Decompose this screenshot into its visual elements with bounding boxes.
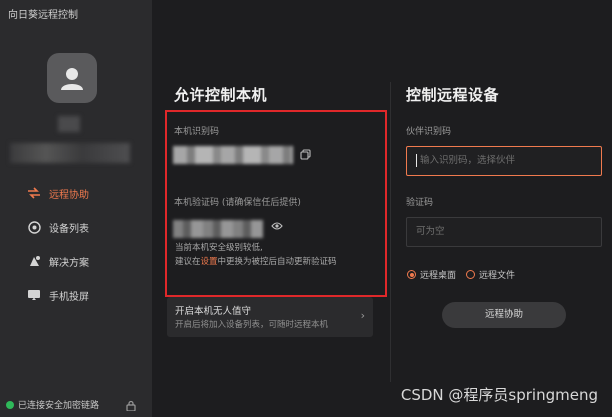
security-hint: 当前本机安全级别较低, 建议在设置中更换为被控后自动更新验证码	[175, 241, 375, 269]
settings-link[interactable]: 设置	[201, 257, 218, 267]
user-icon	[61, 68, 83, 90]
remote-assist-button[interactable]: 远程协助	[442, 302, 566, 328]
security-hint-line2: 建议在设置中更换为被控后自动更新验证码	[175, 257, 337, 267]
lock-icon[interactable]	[126, 400, 136, 411]
security-hint-line1: 当前本机安全级别较低,	[175, 243, 263, 253]
local-code-value-redacted	[173, 220, 263, 238]
radio-indicator	[466, 270, 476, 279]
sidebar-item-solutions[interactable]: 解决方案	[26, 250, 89, 272]
sidebar-item-remote-assist[interactable]: 远程协助	[26, 182, 89, 204]
redacted-username	[58, 116, 80, 132]
online-status-dot	[6, 400, 14, 409]
chevron-right-icon: ›	[360, 309, 365, 322]
redacted-account	[10, 143, 130, 163]
allow-control-title: 允许控制本机	[174, 86, 268, 104]
sidebar-item-label: 远程协助	[49, 189, 89, 201]
sidebar-item-device-list[interactable]: 设备列表	[26, 216, 89, 238]
sidebar-item-label: 设备列表	[49, 223, 89, 235]
solutions-icon	[26, 253, 42, 269]
sidebar: 向日葵远程控制 远程协助 设备列表 解决方案 手机投屏 已连接安全加密链路	[0, 0, 152, 417]
radio-remote-desktop[interactable]: 远程桌面	[407, 268, 456, 281]
text-caret	[416, 154, 417, 167]
section-divider	[390, 82, 391, 382]
verify-code-label: 验证码	[406, 198, 434, 208]
connection-mode-group: 远程桌面 远程文件	[407, 268, 515, 281]
unattended-desc: 开启后将加入设备列表，可随时远程本机	[175, 320, 329, 330]
sidebar-item-label: 解决方案	[49, 257, 89, 269]
unattended-title: 开启本机无人值守	[175, 306, 252, 317]
partner-id-placeholder: 输入识别码，选择伙伴	[420, 155, 516, 166]
device-list-icon	[26, 219, 42, 235]
unattended-mode-button[interactable]: 开启本机无人值守 开启后将加入设备列表，可随时远程本机 ›	[167, 297, 373, 337]
control-remote-title: 控制远程设备	[406, 86, 500, 104]
watermark: CSDN @程序员springmeng	[400, 386, 598, 404]
radio-remote-files[interactable]: 远程文件	[466, 268, 515, 281]
remote-assist-icon	[26, 185, 42, 201]
eye-icon[interactable]	[271, 221, 283, 231]
radio-selected-indicator	[407, 270, 416, 279]
partner-id-input[interactable]: 输入识别码，选择伙伴	[406, 146, 602, 176]
sidebar-item-label: 手机投屏	[49, 291, 89, 303]
avatar[interactable]	[47, 53, 97, 103]
connection-status: 已连接安全加密链路	[6, 398, 99, 411]
main-panel: 允许控制本机 本机识别码 本机验证码 (请确保信任后提供) 当前本机安全级别较低…	[152, 0, 612, 417]
local-code-label: 本机验证码 (请确保信任后提供)	[174, 198, 301, 208]
local-id-value-redacted	[173, 146, 293, 164]
local-id-label: 本机识别码	[174, 127, 220, 137]
verify-code-placeholder: 可为空	[416, 226, 445, 237]
screen-cast-icon	[26, 287, 42, 303]
sidebar-item-screen-cast[interactable]: 手机投屏	[26, 284, 89, 306]
partner-id-label: 伙伴识别码	[406, 127, 452, 137]
copy-icon[interactable]	[300, 149, 311, 160]
verify-code-input[interactable]: 可为空	[406, 217, 602, 247]
app-title: 向日葵远程控制	[8, 10, 78, 21]
connection-status-text: 已连接安全加密链路	[18, 401, 100, 411]
sidebar-nav: 远程协助 设备列表 解决方案 手机投屏	[26, 182, 89, 318]
